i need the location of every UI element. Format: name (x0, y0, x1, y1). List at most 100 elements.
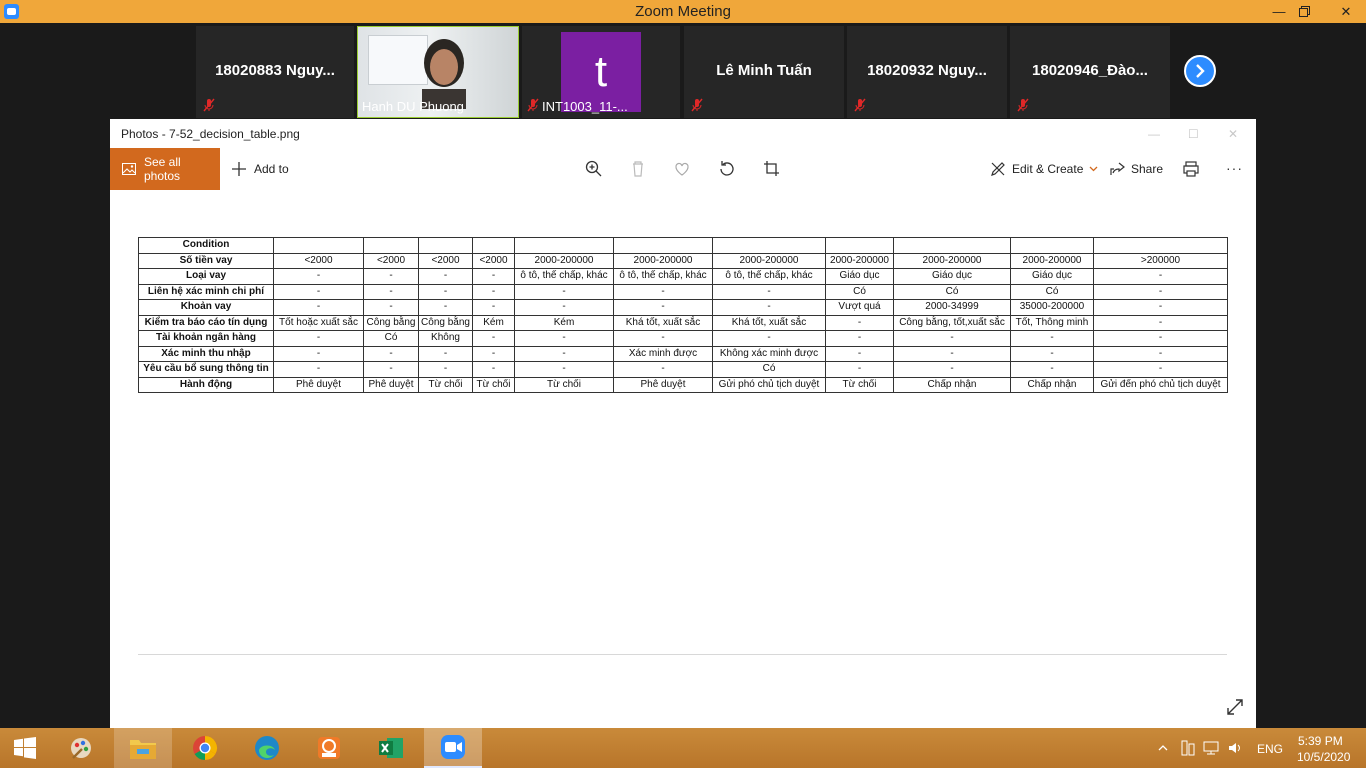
restore-icon[interactable] (1291, 0, 1317, 23)
table-cell: <2000 (363, 252, 419, 269)
participant-name: Hanh DU Phuong (362, 99, 464, 114)
participant-tile[interactable]: 18020883 Nguy... (196, 26, 354, 118)
table-cell: Chấp nhận (1010, 376, 1094, 393)
table-cell: - (893, 361, 1011, 378)
table-cell: - (273, 345, 364, 362)
photos-window-title: Photos - 7-52_decision_table.png (121, 127, 300, 141)
close-icon[interactable]: ✕ (1326, 0, 1366, 23)
table-cell: - (514, 361, 614, 378)
table-cell: - (613, 299, 713, 316)
tablet-mode-icon[interactable] (1180, 740, 1196, 756)
expand-icon[interactable] (1225, 697, 1245, 717)
table-cell: Có (712, 361, 826, 378)
row-label: Khoản vay (138, 299, 274, 316)
taskbar-app-zoom[interactable] (424, 728, 482, 768)
participant-tile[interactable]: t INT1003_11-... (522, 26, 680, 118)
table-cell: 2000-200000 (712, 252, 826, 269)
minimize-icon[interactable]: — (1266, 0, 1292, 23)
table-cell: - (1093, 268, 1228, 285)
table-row: Loại vay - - - - ô tô, thế chấp, khác ô tô, th… (138, 268, 1228, 285)
table-cell: Tốt, Thông minh (1010, 314, 1094, 331)
taskbar-app[interactable] (362, 728, 420, 768)
participant-tile[interactable]: 18020932 Nguy... (847, 26, 1007, 118)
taskbar-app[interactable] (300, 728, 358, 768)
table-cell: Phê duyệt (273, 376, 364, 393)
participant-tile[interactable]: Lê Minh Tuấn (684, 26, 844, 118)
more-options-button[interactable]: ··· (1226, 160, 1243, 176)
taskbar-app[interactable] (52, 728, 110, 768)
table-cell: - (363, 268, 419, 285)
table-cell: - (893, 330, 1011, 347)
table-cell (613, 237, 713, 254)
delete-icon[interactable] (628, 159, 648, 179)
edit-icon (991, 162, 1005, 176)
clock-date[interactable]: 10/5/2020 (1297, 750, 1350, 764)
zoom-icon (441, 735, 465, 759)
table-row: Số tiền vay <2000 <2000 <2000 <2000 2000-2000… (138, 252, 1228, 269)
table-cell: - (273, 283, 364, 300)
rotate-icon[interactable] (717, 159, 737, 179)
row-label: Số tiền vay (138, 252, 274, 269)
table-cell: Gửi phó chủ tịch duyệt (712, 376, 826, 393)
decision-table: Condition Số tiền vay <2000 <2000 <2000 <2000… (138, 237, 1228, 393)
row-label: Hành động (138, 376, 274, 393)
table-cell: - (514, 299, 614, 316)
taskbar-app[interactable] (238, 728, 296, 768)
table-cell: 2000-200000 (893, 252, 1011, 269)
language-indicator[interactable]: ENG (1257, 742, 1283, 756)
paint-app-icon (71, 738, 91, 759)
zoom-title-bar: Zoom Meeting — ✕ (0, 0, 1366, 23)
table-cell: <2000 (273, 252, 364, 269)
table-cell: Từ chối (472, 376, 515, 393)
network-icon[interactable] (1203, 740, 1219, 756)
table-cell: 2000-200000 (1010, 252, 1094, 269)
excel-icon (379, 738, 403, 758)
table-cell (363, 237, 419, 254)
table-cell: Xác minh được (613, 345, 713, 362)
zoom-in-icon[interactable] (584, 159, 604, 179)
table-cell: - (472, 268, 515, 285)
table-cell: - (1093, 314, 1228, 331)
table-cell: - (363, 283, 419, 300)
share-button[interactable]: Share (1110, 148, 1163, 190)
add-to-button[interactable]: Add to (232, 148, 289, 190)
show-hidden-icons-chevron-icon[interactable] (1158, 744, 1168, 752)
volume-icon[interactable] (1228, 740, 1244, 756)
participant-tile[interactable]: 18020946_Đào... (1010, 26, 1170, 118)
row-label: Loại vay (138, 268, 274, 285)
table-row: Liên hệ xác minh chi phí - - - - - - - Có Có Có - (138, 283, 1228, 300)
table-cell: - (1093, 345, 1228, 362)
taskbar-app[interactable] (176, 728, 234, 768)
start-button[interactable] (0, 728, 50, 768)
table-cell: Kém (514, 314, 614, 331)
foxit-pdf-icon (318, 737, 340, 759)
close-icon[interactable]: ✕ (1228, 127, 1238, 141)
table-cell: Có (1010, 283, 1094, 300)
muted-mic-icon (203, 98, 215, 112)
table-cell: - (418, 268, 473, 285)
minimize-icon[interactable]: — (1148, 127, 1160, 141)
clock-time[interactable]: 5:39 PM (1298, 734, 1343, 748)
table-cell (825, 237, 894, 254)
crop-icon[interactable] (762, 159, 782, 179)
participant-video-tile[interactable]: Hanh DU Phuong (357, 26, 519, 118)
table-cell: ô tô, thế chấp, khác (712, 268, 826, 285)
edit-create-button[interactable]: Edit & Create (990, 148, 1098, 190)
table-cell: <2000 (472, 252, 515, 269)
window-title: Zoom Meeting (635, 3, 731, 20)
table-cell: - (472, 330, 515, 347)
print-icon[interactable] (1181, 159, 1201, 179)
taskbar-app[interactable] (114, 728, 172, 768)
photos-toolbar: See all photos Add to Edit & Create Shar… (110, 148, 1256, 190)
table-cell: Từ chối (825, 376, 894, 393)
maximize-icon[interactable]: ☐ (1188, 127, 1199, 141)
table-cell: - (418, 345, 473, 362)
table-cell: Công bằng (418, 314, 473, 331)
table-cell: - (472, 361, 515, 378)
participant-name: 18020932 Nguy... (867, 62, 987, 79)
see-all-photos-button[interactable]: See all photos (110, 148, 220, 190)
table-cell: - (418, 283, 473, 300)
next-page-button[interactable] (1184, 55, 1216, 87)
favorite-heart-icon[interactable] (672, 159, 692, 179)
muted-mic-icon (527, 98, 539, 112)
